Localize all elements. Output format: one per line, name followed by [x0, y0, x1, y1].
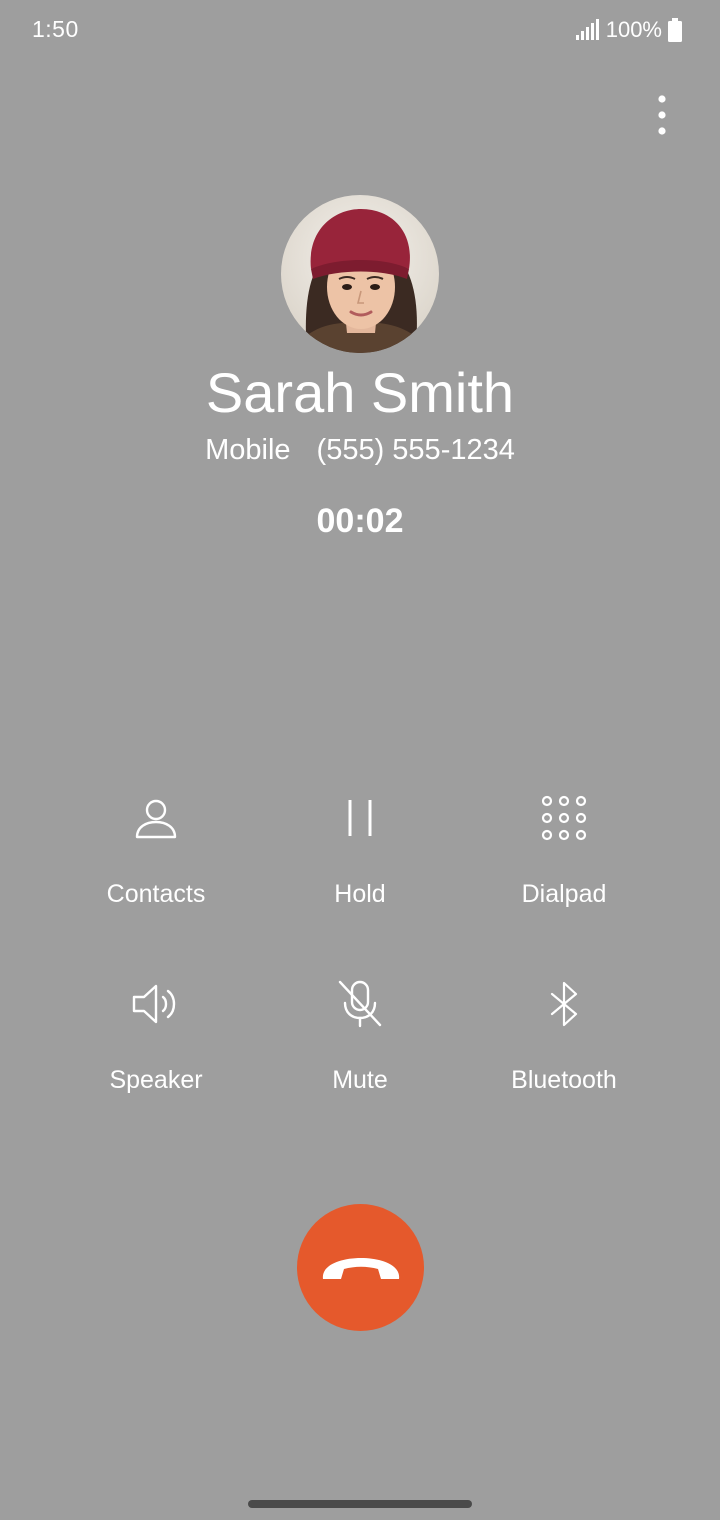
- phone-number: (555) 555-1234: [316, 434, 515, 466]
- more-vert-icon: [658, 95, 666, 135]
- mute-button[interactable]: Mute: [258, 976, 462, 1162]
- call-timer: 00:02: [316, 502, 404, 540]
- dialpad-icon: [536, 790, 592, 846]
- hold-button[interactable]: Hold: [258, 790, 462, 976]
- caller-name: Sarah Smith: [205, 361, 515, 424]
- contacts-button[interactable]: Contacts: [54, 790, 258, 976]
- status-time: 1:50: [32, 16, 79, 42]
- signal-icon: [575, 19, 599, 40]
- dialpad-button[interactable]: Dialpad: [462, 790, 666, 976]
- battery-full-icon: [668, 18, 682, 42]
- caller-number-line: Mobile (555) 555-1234: [0, 434, 720, 467]
- contact-photo: [281, 195, 439, 353]
- battery-percentage: 100%: [605, 17, 662, 42]
- hold-label: Hold: [334, 880, 386, 908]
- bluetooth-button[interactable]: Bluetooth: [462, 976, 666, 1162]
- end-call-icon: [322, 1257, 399, 1279]
- more-options-button[interactable]: [646, 92, 678, 138]
- speaker-button[interactable]: Speaker: [54, 976, 258, 1162]
- status-bar: 1:50 100%: [0, 0, 720, 60]
- dialpad-label: Dialpad: [521, 880, 607, 908]
- mute-label: Mute: [332, 1066, 388, 1094]
- mic-off-icon: [332, 976, 388, 1032]
- pause-icon: [332, 790, 388, 846]
- contacts-label: Contacts: [106, 880, 206, 908]
- person-icon: [128, 790, 184, 846]
- call-controls: Contacts Hold Dialpad Speaker Mute Bluet…: [54, 790, 666, 1162]
- speaker-icon: [128, 976, 184, 1032]
- speaker-label: Speaker: [109, 1066, 203, 1094]
- bluetooth-icon: [536, 976, 592, 1032]
- bluetooth-label: Bluetooth: [511, 1066, 617, 1094]
- home-indicator[interactable]: [248, 1500, 472, 1508]
- caller-avatar: [281, 195, 439, 353]
- number-type: Mobile: [205, 434, 291, 466]
- status-indicators: 100%: [575, 16, 682, 44]
- end-call-button[interactable]: [297, 1204, 424, 1331]
